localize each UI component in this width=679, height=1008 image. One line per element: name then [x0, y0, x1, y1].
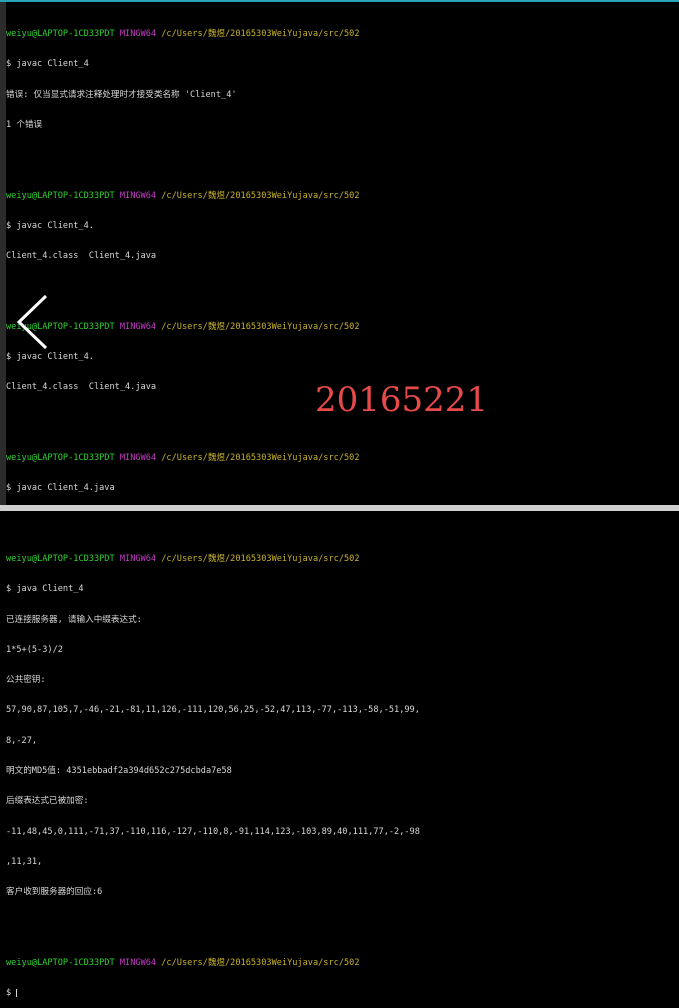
prompt-line: weiyu@LAPTOP-1CD33PDT MINGW64 /c/Users/魏…	[6, 191, 646, 201]
output-line: 57,90,87,105,7,-46,-21,-81,11,126,-111,1…	[6, 705, 420, 716]
command-prompt-symbol: $	[6, 988, 17, 999]
prompt-user: weiyu@LAPTOP-1CD33PDT	[6, 554, 115, 565]
output-line: -11,48,45,0,111,-71,37,-110,116,-127,-11…	[6, 826, 420, 837]
window-top-border	[0, 0, 679, 2]
output-line: Client_4.class Client_4.java	[6, 251, 157, 262]
watermark-text: 20165221	[315, 380, 489, 420]
output-line: ,11,31,	[6, 856, 43, 867]
prompt-path: /c/Users/魏煜/20165303WeiYujava/src/502	[161, 554, 360, 565]
prompt-path: /c/Users/魏煜/20165303WeiYujava/src/502	[161, 29, 360, 40]
prompt-line: weiyu@LAPTOP-1CD33PDT MINGW64 /c/Users/魏…	[6, 453, 646, 463]
bottom-strip	[0, 505, 679, 511]
error-count-line: 1 个错误	[6, 120, 43, 131]
prompt-shell: MINGW64	[119, 957, 157, 968]
text-cursor	[16, 988, 18, 997]
prompt-path: /c/Users/魏煜/20165303WeiYujava/src/502	[161, 321, 360, 332]
prompt-shell: MINGW64	[119, 190, 157, 201]
prompt-user: weiyu@LAPTOP-1CD33PDT	[6, 453, 115, 464]
prompt-line: weiyu@LAPTOP-1CD33PDT MINGW64 /c/Users/魏…	[6, 554, 646, 564]
prompt-shell: MINGW64	[119, 554, 157, 565]
prompt-path: /c/Users/魏煜/20165303WeiYujava/src/502	[161, 453, 360, 464]
command-line: $ java Client_4	[6, 584, 84, 595]
prompt-shell: MINGW64	[119, 29, 157, 40]
prompt-path: /c/Users/魏煜/20165303WeiYujava/src/502	[161, 957, 360, 968]
output-line: 后缀表达式已被加密:	[6, 796, 89, 807]
command-line: $ javac Client_4.java	[6, 483, 115, 494]
prompt-user: weiyu@LAPTOP-1CD33PDT	[6, 190, 115, 201]
chevron-left-icon[interactable]	[16, 294, 52, 350]
prompt-path: /c/Users/魏煜/20165303WeiYujava/src/502	[161, 190, 360, 201]
prompt-line: weiyu@LAPTOP-1CD33PDT MINGW64 /c/Users/魏…	[6, 958, 646, 968]
output-line: 8,-27,	[6, 735, 38, 746]
prompt-line: weiyu@LAPTOP-1CD33PDT MINGW64 /c/Users/魏…	[6, 29, 646, 39]
output-line: 已连接服务器, 请输入中缀表达式:	[6, 614, 142, 625]
output-line: 客户收到服务器的回应:6	[6, 887, 103, 898]
output-line: 明文的MD5值: 4351ebbadf2a394d652c275dcbda7e5…	[6, 766, 232, 777]
prompt-line: weiyu@LAPTOP-1CD33PDT MINGW64 /c/Users/魏…	[6, 322, 646, 332]
prompt-user: weiyu@LAPTOP-1CD33PDT	[6, 29, 115, 40]
error-line: 错误: 仅当显式请求注释处理时才接受类名称 'Client_4'	[6, 89, 237, 100]
prompt-shell: MINGW64	[119, 453, 157, 464]
command-line: $ javac Client_4.	[6, 220, 94, 231]
output-line: 1*5+(5-3)/2	[6, 644, 63, 655]
command-line: $ javac Client_4	[6, 59, 89, 70]
output-line: 公共密钥:	[6, 675, 46, 686]
prompt-shell: MINGW64	[119, 321, 157, 332]
prompt-user: weiyu@LAPTOP-1CD33PDT	[6, 957, 115, 968]
command-input-line[interactable]: $	[6, 988, 646, 998]
command-line: $ javac Client_4.	[6, 352, 94, 363]
